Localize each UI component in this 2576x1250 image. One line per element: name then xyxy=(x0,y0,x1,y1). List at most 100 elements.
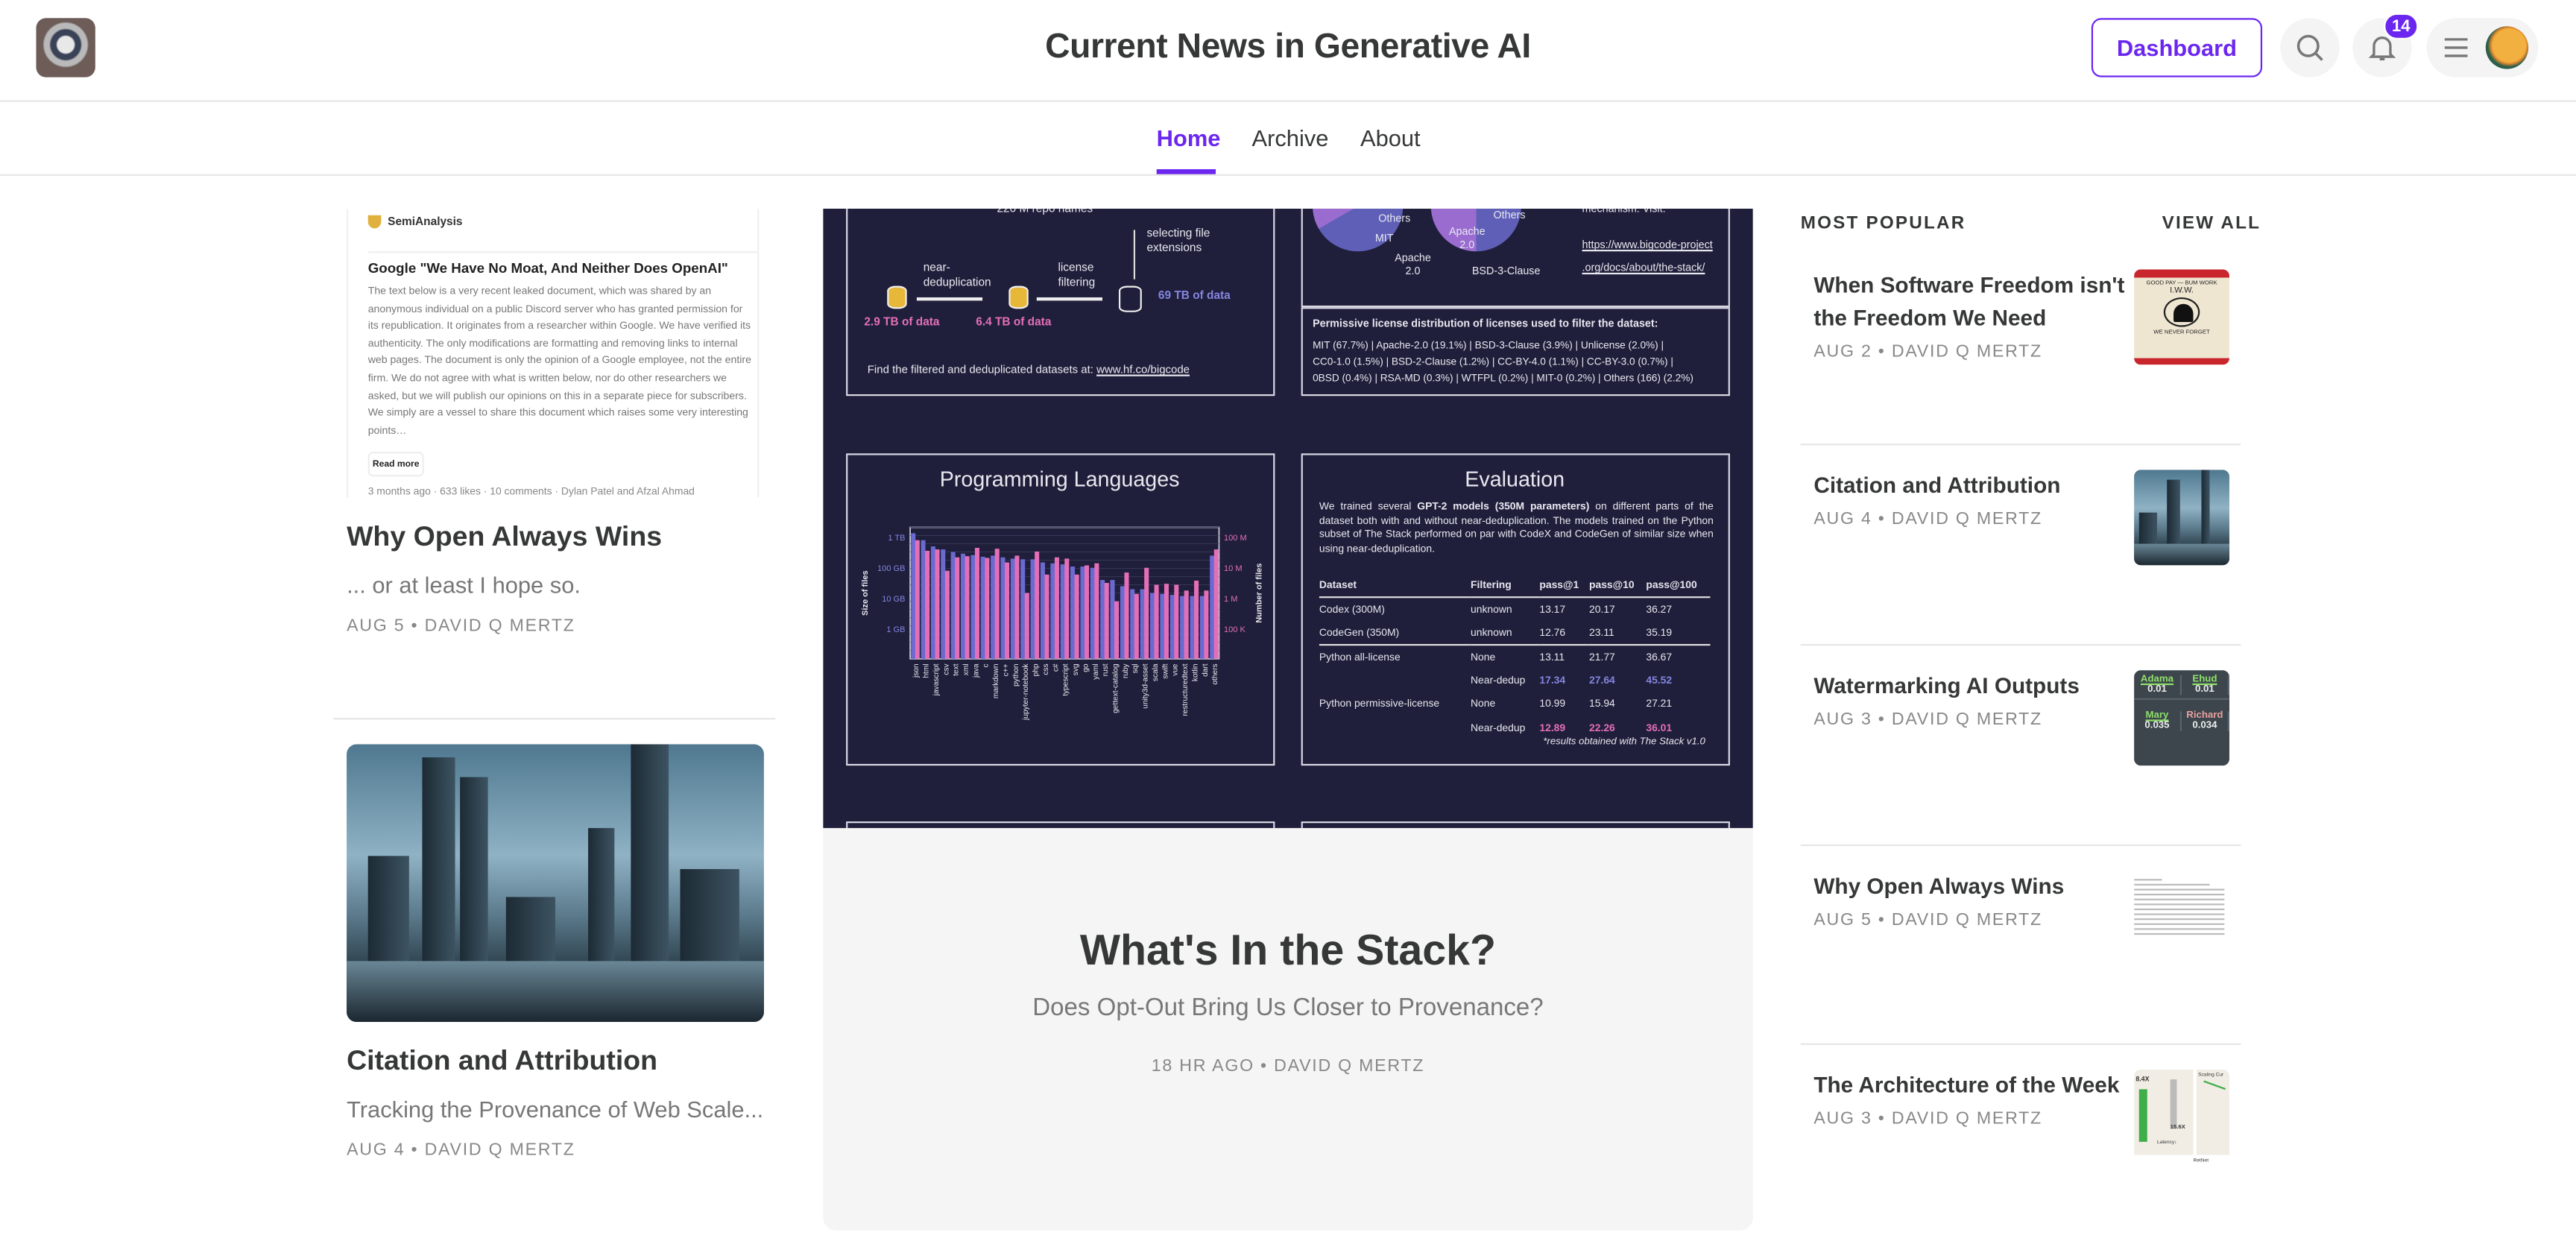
bar-size-dart xyxy=(1199,596,1205,659)
popular-post-item[interactable]: When Software Freedom isn't the Freedom … xyxy=(1801,233,2241,434)
user-menu-button[interactable] xyxy=(2426,18,2539,78)
bar-size-markdown xyxy=(991,555,996,659)
chart-title: Programming Languages xyxy=(939,466,1180,492)
category-label: dart xyxy=(1202,663,1210,677)
category-label: swift xyxy=(1161,663,1169,678)
category-label: others xyxy=(1211,663,1219,684)
category-label: sql xyxy=(1131,663,1140,673)
popular-post-title[interactable]: Why Open Always Wins xyxy=(1813,871,2126,903)
post-subtitle: ... or at least I hope so. xyxy=(347,572,581,599)
view-all-link[interactable]: VIEW ALL xyxy=(2162,214,2261,233)
bar-files-csv xyxy=(944,570,950,659)
post-thumbnail xyxy=(2134,470,2229,566)
bar-size-sql xyxy=(1130,589,1135,659)
category-label: c xyxy=(982,663,991,667)
category-label: gettext-catalog xyxy=(1111,663,1120,713)
bar-files-markdown xyxy=(994,549,1000,659)
divider xyxy=(1800,1043,2241,1045)
popular-post-meta: AUG 5 • DAVID Q MERTZ xyxy=(1813,910,2042,930)
post-title[interactable]: Citation and Attribution xyxy=(347,1045,657,1078)
category-label: kotlin xyxy=(1191,663,1199,681)
table-row: Near-dedup 17.34 27.64 45.52 xyxy=(1471,675,1673,686)
bar-files-rust xyxy=(1104,583,1109,659)
bar-size-xml xyxy=(961,553,966,659)
post-title[interactable]: Why Open Always Wins xyxy=(347,521,662,554)
bar-size-css xyxy=(1040,562,1045,659)
category-label: yaml xyxy=(1092,663,1100,679)
divider xyxy=(1800,844,2241,847)
post-image-why-open[interactable]: SemiAnalysis Google "We Have No Moat, An… xyxy=(347,208,760,498)
search-button[interactable] xyxy=(2280,18,2340,78)
popular-post-title[interactable]: When Software Freedom isn't the Freedom … xyxy=(1813,269,2126,335)
y2-tick-label: 1 M xyxy=(1224,595,1237,604)
avatar xyxy=(2485,26,2529,69)
popular-post-title[interactable]: The Architecture of the Week xyxy=(1813,1070,2126,1102)
bar-size-javascript xyxy=(930,546,935,659)
database-icon xyxy=(887,285,907,309)
y-tick-label: 1 TB xyxy=(888,534,905,543)
bar-size-c# xyxy=(1050,563,1055,659)
category-label: restructuredtext xyxy=(1181,663,1190,716)
bar-size-rust xyxy=(1100,580,1105,659)
table-row: CodeGen (350M) unknown 12.76 23.11 35.19 xyxy=(1319,621,1711,646)
y-axis-label: Size of files xyxy=(861,570,870,616)
bar-files-jupyter-notebook xyxy=(1024,593,1029,659)
divider xyxy=(1800,444,2241,446)
featured-post[interactable]: 220 M repo names selecting file extensio… xyxy=(823,208,1753,1231)
tab-about[interactable]: About xyxy=(1360,125,1421,151)
category-label: css xyxy=(1042,663,1050,675)
dashboard-button[interactable]: Dashboard xyxy=(2091,18,2263,78)
divider xyxy=(1800,644,2241,646)
post-subtitle: Tracking the Provenance of Web Scale... xyxy=(347,1096,764,1123)
y2-axis-label: Number of files xyxy=(1255,564,1264,623)
site-header: Current News in Generative AI Dashboard … xyxy=(0,0,2576,102)
bar-size-others xyxy=(1210,555,1215,659)
read-more-button: Read more xyxy=(367,452,424,477)
bar-files-html xyxy=(925,550,930,659)
tab-archive[interactable]: Archive xyxy=(1252,125,1329,151)
popular-post-item[interactable]: Citation and Attribution AUG 4 • DAVID Q… xyxy=(1800,444,2241,644)
programming-languages-panel: Programming Languages json html javascript… xyxy=(846,453,1275,766)
bar-size-c++ xyxy=(1000,557,1006,659)
bar-size-typescript xyxy=(1060,564,1065,659)
bar-files-swift xyxy=(1164,584,1169,659)
category-label: svg xyxy=(1072,663,1080,675)
category-label: jupyter-notebook xyxy=(1022,663,1030,721)
bar-files-java xyxy=(974,547,979,659)
bar-files-gettext-catalog xyxy=(1114,601,1120,659)
category-label: go xyxy=(1082,663,1090,672)
popular-post-title[interactable]: Citation and Attribution xyxy=(1813,470,2126,502)
bar-size-restructuredtext xyxy=(1180,596,1185,659)
table-row: Python permissive-license None 10.99 15.94 2… xyxy=(1319,698,1673,710)
bar-size-unity3d-asset xyxy=(1140,589,1145,659)
post-thumbnail: Adama Ehud 0.01 0.01 Mary Richard 0.035 0.03… xyxy=(2134,670,2229,766)
database-icon xyxy=(1008,285,1029,309)
bar-files-python xyxy=(1014,555,1020,659)
category-label: javascript xyxy=(932,663,941,696)
tab-home[interactable]: Home xyxy=(1157,125,1221,151)
publisher-logo xyxy=(367,215,382,229)
popular-post-item[interactable]: Why Open Always Wins AUG 5 • DAVID Q MER… xyxy=(1800,844,2241,1045)
post-meta: AUG 5 • DAVID Q MERTZ xyxy=(347,616,575,636)
popular-post-item[interactable]: The Architecture of the Week AUG 3 • DAV… xyxy=(1800,1043,2241,1244)
bar-files-kotlin xyxy=(1194,580,1199,659)
bar-files-typescript xyxy=(1064,558,1070,659)
popular-post-title[interactable]: Watermarking AI Outputs xyxy=(1813,670,2126,703)
y-tick-label: 1 GB xyxy=(886,625,905,634)
pipeline-panel: 220 M repo names selecting file extensio… xyxy=(846,208,1275,397)
category-label: html xyxy=(923,663,931,678)
featured-post-title[interactable]: What's In the Stack? xyxy=(823,925,1753,976)
bar-files-php xyxy=(1035,551,1040,659)
popular-post-item[interactable]: Watermarking AI Outputs AUG 3 • DAVID Q … xyxy=(1800,644,2241,845)
post-image-citation[interactable] xyxy=(347,744,764,1022)
featured-post-meta: 18 HR AGO • DAVID Q MERTZ xyxy=(1151,1056,1425,1076)
doc-meta: 3 months ago · 633 likes · 10 comments ·… xyxy=(367,486,695,498)
bar-size-json xyxy=(911,533,916,659)
bar-files-c xyxy=(985,558,990,659)
bar-files-c++ xyxy=(1005,562,1010,659)
bar-files-dart xyxy=(1204,590,1209,659)
bar-files-javascript xyxy=(935,549,940,659)
category-label: c# xyxy=(1052,663,1060,672)
table-header-row: Dataset Filtering pass@1 pass@10 pass@100 xyxy=(1319,573,1711,599)
post-thumbnail xyxy=(2134,871,2229,967)
